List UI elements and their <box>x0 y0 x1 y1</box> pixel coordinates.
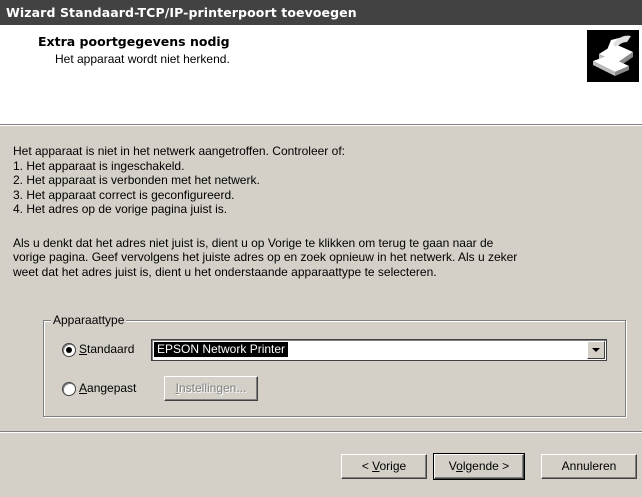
label-rest: tandaard <box>87 342 135 356</box>
custom-radio[interactable] <box>62 382 76 396</box>
custom-radio-label[interactable]: Aangepast <box>79 381 136 395</box>
checklist-item: 2. Het apparaat is verbonden met het net… <box>13 173 260 187</box>
settings-button[interactable]: Instellingen... <box>164 376 258 401</box>
device-type-group: Apparaattype <box>43 313 626 417</box>
access-key: V <box>372 459 380 473</box>
label-rest: lgende > <box>462 459 510 473</box>
header-subtitle: Het apparaat wordt niet herkend. <box>55 52 230 66</box>
label-rest: orige <box>379 459 407 473</box>
chevron-down-icon[interactable] <box>587 341 605 359</box>
header-divider-highlight <box>0 125 642 126</box>
paragraph-line: vorige pagina. Geef vervolgens het juist… <box>13 250 518 264</box>
footer-divider-highlight <box>0 432 642 433</box>
access-key: o <box>456 459 463 473</box>
checklist-item: 1. Het apparaat is ingeschakeld. <box>13 158 185 173</box>
label-pre: < <box>361 459 373 473</box>
device-type-selected-value: EPSON Network Printer <box>154 342 289 357</box>
checklist-item: 3. Het apparaat correct is geconfigureer… <box>13 187 235 202</box>
wizard-window: Wizard Standaard-TCP/IP-printerpoort toe… <box>0 0 642 497</box>
wizard-header: Extra poortgegevens nodig Het apparaat w… <box>0 25 642 124</box>
checklist-item: 4. Het adres op de vorige pagina juist i… <box>13 202 228 216</box>
next-button[interactable]: Volgende > <box>433 453 525 480</box>
device-type-legend: Apparaattype <box>51 313 127 327</box>
header-title: Extra poortgegevens nodig <box>38 34 230 49</box>
device-type-select[interactable]: EPSON Network Printer <box>151 339 607 361</box>
cancel-button[interactable]: Annuleren <box>541 454 637 479</box>
access-key: A <box>79 381 88 395</box>
paragraph-line: weet dat het adres juist is, dient u het… <box>13 264 437 279</box>
printer-wizard-icon <box>587 30 639 82</box>
radio-selected-dot <box>66 347 72 353</box>
label-rest: nstellingen... <box>178 381 247 395</box>
access-key: S <box>79 342 88 356</box>
standard-radio[interactable] <box>62 343 76 357</box>
instructions: Het apparaat is niet in het netwerk aang… <box>13 144 628 279</box>
intro-text: Het apparaat is niet in het netwerk aang… <box>13 144 345 158</box>
window-title: Wizard Standaard-TCP/IP-printerpoort toe… <box>6 5 357 20</box>
paragraph-line: Als u denkt dat het adres niet juist is,… <box>13 235 494 250</box>
standard-radio-label[interactable]: Standaard <box>79 342 134 356</box>
label-rest: angepast <box>87 381 137 395</box>
back-button[interactable]: < Vorige <box>341 454 427 479</box>
title-bar[interactable]: Wizard Standaard-TCP/IP-printerpoort toe… <box>0 0 642 25</box>
